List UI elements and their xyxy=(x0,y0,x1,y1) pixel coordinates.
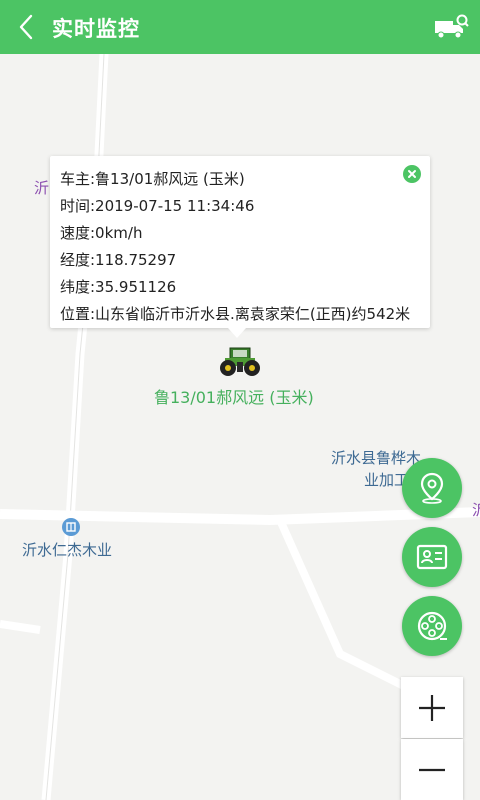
plus-icon xyxy=(419,695,445,721)
vehicle-label: 鲁13/01郝风远 (玉米) xyxy=(154,388,314,407)
owner-text: 车主:鲁13/01郝风远 (玉米) xyxy=(60,170,245,188)
longitude-text: 经度:118.75297 xyxy=(60,251,177,269)
back-arrow-icon xyxy=(19,14,33,40)
video-button[interactable] xyxy=(402,596,462,656)
tractor-icon xyxy=(220,347,260,376)
header-bar: 实时监控 xyxy=(0,0,480,54)
zoom-out-button[interactable] xyxy=(401,739,463,800)
speed-text: 速度:0km/h xyxy=(60,224,143,242)
vehicle-marker[interactable] xyxy=(217,346,263,378)
map-label-right: 沂 xyxy=(472,501,480,519)
map-label-left: 沂 xyxy=(34,179,50,197)
back-button[interactable] xyxy=(10,10,44,44)
film-reel-icon xyxy=(417,611,447,641)
zoom-in-button[interactable] xyxy=(401,677,463,738)
vehicle-search-button[interactable] xyxy=(434,13,470,41)
vehicle-info-button[interactable] xyxy=(402,527,462,587)
poi-building-icon xyxy=(62,518,80,536)
page-title: 实时监控 xyxy=(52,17,140,41)
minus-icon xyxy=(419,768,445,772)
location-text: 位置:山东省临沂市沂水县.离袁家荣仁(正西)约542米 xyxy=(60,305,411,323)
popup-pointer xyxy=(228,328,246,338)
close-icon xyxy=(408,170,416,178)
latitude-text: 纬度:35.951126 xyxy=(60,278,177,296)
map-label-company: 沂水仁杰木业 xyxy=(22,541,113,559)
time-text: 时间:2019-07-15 11:34:46 xyxy=(60,197,255,215)
map-label-factory-1: 沂水县鲁桦木 xyxy=(331,449,422,467)
location-button[interactable] xyxy=(402,458,462,518)
location-pin-icon xyxy=(420,472,444,504)
id-card-icon xyxy=(416,544,448,570)
close-button[interactable] xyxy=(403,165,421,183)
truck-search-icon xyxy=(435,14,469,39)
vehicle-info-popup: 车主:鲁13/01郝风远 (玉米) 时间:2019-07-15 11:34:46… xyxy=(50,156,430,328)
